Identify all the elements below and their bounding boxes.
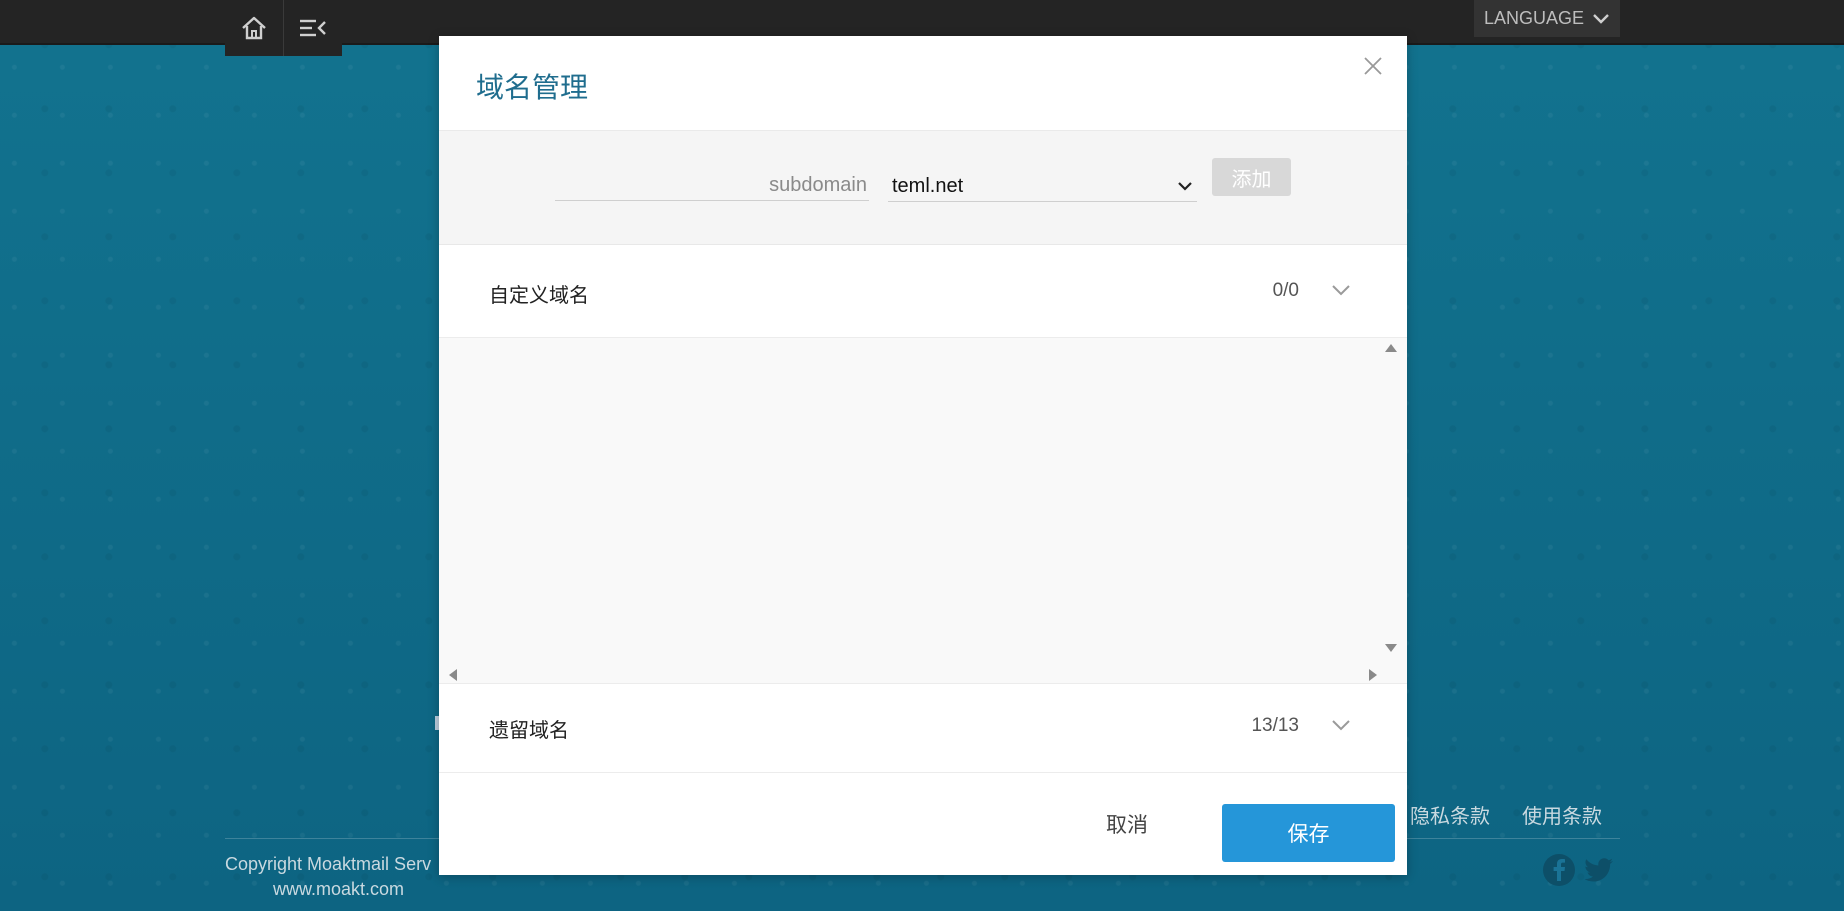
custom-domains-list [439,338,1407,685]
social-links [1542,853,1616,887]
vertical-scrollbar[interactable] [1381,338,1401,668]
dialog-title: 域名管理 [476,72,589,103]
scroll-up-icon[interactable] [1385,344,1397,352]
scroll-right-icon[interactable] [1369,669,1377,681]
dialog-footer: 取消 保存 [439,772,1407,875]
reserved-domains-toggle[interactable] [1331,716,1351,735]
nav-buttons [225,0,342,56]
copyright-block: Copyright Moaktmail Serv www.moakt.com [225,852,431,902]
chevron-down-icon [1593,13,1609,24]
reserved-domains-label: 遗留域名 [489,720,569,742]
menu-toggle-button[interactable] [284,0,342,56]
privacy-link[interactable]: 隐私条款 [1410,800,1490,829]
horizontal-scrollbar[interactable] [439,665,1387,685]
add-button[interactable]: 添加 [1212,158,1291,196]
facebook-icon[interactable] [1542,853,1576,887]
custom-domains-header[interactable]: 自定义域名 0/0 [439,249,1407,338]
footer-links: 隐私条款 使用条款 [1410,800,1602,829]
domain-select[interactable]: teml.net [888,171,1197,202]
reserved-domains-header[interactable]: 遗留域名 13/13 [439,683,1407,773]
language-label: LANGUAGE [1483,8,1585,28]
close-button[interactable] [1359,52,1387,80]
home-icon [242,16,266,40]
language-dropdown[interactable]: LANGUAGE [1474,0,1620,37]
custom-domains-label: 自定义域名 [489,285,589,307]
chevron-down-icon [1332,720,1350,731]
chevron-down-icon [1178,182,1192,191]
copyright-text: Copyright Moaktmail Serv [225,854,432,874]
twitter-icon[interactable] [1582,853,1616,887]
close-icon [1364,57,1382,75]
home-button[interactable] [225,0,284,56]
menu-collapse-icon [300,19,326,37]
custom-domains-count: 0/0 [1272,280,1299,301]
domain-select-value: teml.net [892,174,964,197]
add-domain-toolbar: teml.net 添加 [439,131,1407,245]
scroll-left-icon[interactable] [449,669,457,681]
custom-domains-toggle[interactable] [1331,281,1351,300]
dialog-header: 域名管理 [439,36,1407,131]
subdomain-input[interactable] [555,171,869,201]
reserved-domains-count: 13/13 [1251,715,1299,736]
domain-management-dialog: 域名管理 teml.net 添加 自定义域名 0/0 [439,36,1407,875]
terms-link[interactable]: 使用条款 [1522,800,1602,829]
save-button[interactable]: 保存 [1222,804,1395,862]
site-url[interactable]: www.moakt.com [225,877,431,902]
scroll-down-icon[interactable] [1385,644,1397,652]
chevron-down-icon [1332,285,1350,296]
cancel-button[interactable]: 取消 [1079,802,1175,846]
